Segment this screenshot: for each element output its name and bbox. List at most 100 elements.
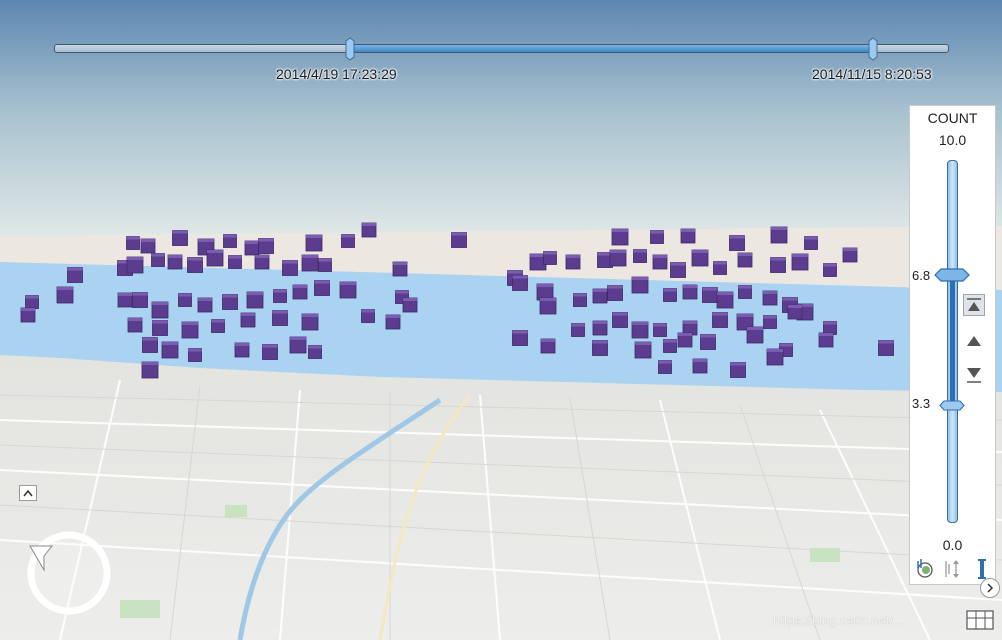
time-start-label: 2014/4/19 17:23:29 xyxy=(276,66,397,82)
event-cube-top xyxy=(362,223,376,226)
event-cube-top xyxy=(127,257,143,260)
park xyxy=(810,548,840,562)
expand-navigator-button[interactable] xyxy=(19,485,37,501)
event-cube-top xyxy=(804,236,818,240)
event-cube-top xyxy=(573,293,587,297)
event-cube-top xyxy=(21,308,35,311)
navigator-compass[interactable] xyxy=(22,526,116,620)
event-cube-top xyxy=(779,343,793,347)
event-cube-top xyxy=(235,343,249,346)
event-cube-top xyxy=(635,342,651,345)
event-cube-top xyxy=(67,267,83,271)
range-slider-panel: COUNT 10.0 6.8 3.3 0.0 xyxy=(909,105,996,585)
event-cube-top xyxy=(566,255,580,258)
event-cube-top xyxy=(182,322,198,325)
event-cube-top xyxy=(152,302,168,305)
event-cube-top xyxy=(712,312,728,316)
step-to-max-button[interactable] xyxy=(963,294,985,316)
event-cube-top xyxy=(747,327,763,330)
event-cube-top xyxy=(592,340,608,344)
event-cube-top xyxy=(245,241,259,244)
event-cube-top xyxy=(663,339,677,343)
event-cube-top xyxy=(717,292,733,295)
range-upper-thumb[interactable] xyxy=(934,268,970,282)
event-cube-top xyxy=(241,313,255,316)
watermark-text: https://blog.csdn.net/... xyxy=(773,613,904,628)
event-cube-top xyxy=(771,227,787,230)
time-slider-range[interactable] xyxy=(350,45,874,52)
attribution-icon[interactable] xyxy=(966,610,994,634)
step-down-button[interactable] xyxy=(963,364,985,386)
time-slider-start-thumb[interactable] xyxy=(345,37,355,61)
range-min-value: 0.0 xyxy=(942,537,963,553)
event-cube-top xyxy=(683,285,697,288)
range-lower-label: 3.3 xyxy=(912,396,931,411)
event-cube-top xyxy=(730,362,746,366)
event-cube-top xyxy=(142,337,158,341)
event-cube-top xyxy=(386,315,400,318)
event-cube-top xyxy=(302,314,318,317)
time-end-label: 2014/11/15 8:20:53 xyxy=(812,66,932,82)
event-cube-top xyxy=(512,330,528,334)
range-lower-thumb[interactable] xyxy=(939,400,965,411)
sky xyxy=(0,0,1002,250)
3d-map-scene[interactable] xyxy=(0,0,1002,640)
event-cube-top xyxy=(290,337,306,340)
event-cube-top xyxy=(792,254,808,257)
triangle-up-icon xyxy=(967,336,981,346)
event-cube-top xyxy=(393,262,407,265)
time-slider-end-thumb[interactable] xyxy=(868,37,878,61)
event-cube-top xyxy=(541,339,555,342)
event-cube-top xyxy=(653,323,667,327)
event-cube-top xyxy=(168,255,182,258)
event-cube-top xyxy=(633,249,647,253)
expand-panel-button[interactable] xyxy=(980,578,1000,598)
range-slider-selection[interactable] xyxy=(950,278,955,405)
event-cube-top xyxy=(632,277,648,280)
event-cube-top xyxy=(683,321,697,324)
event-cube-top xyxy=(395,290,409,294)
event-cube-top xyxy=(198,239,214,242)
event-cube-top xyxy=(302,255,318,258)
event-cube-top xyxy=(403,298,417,301)
event-cube-top xyxy=(272,310,288,314)
step-up-button[interactable] xyxy=(963,330,985,352)
event-cube-top xyxy=(142,362,158,365)
event-cube-top xyxy=(713,261,727,265)
event-cube-top xyxy=(207,250,223,253)
event-cube-top xyxy=(222,294,238,298)
event-cube-top xyxy=(612,229,628,232)
event-cube-top xyxy=(361,309,375,313)
event-cube-top xyxy=(341,234,355,238)
event-cube-top xyxy=(198,298,212,301)
event-cube-top xyxy=(763,315,777,319)
event-cube-top xyxy=(223,234,237,238)
event-cube-top xyxy=(141,239,155,242)
event-cube-top xyxy=(650,230,664,234)
event-cube-top xyxy=(228,255,242,259)
park xyxy=(120,600,160,618)
event-cube-top xyxy=(663,288,677,292)
event-cube-top xyxy=(25,295,39,299)
event-cube-top xyxy=(770,257,786,261)
range-upper-label: 6.8 xyxy=(912,268,931,283)
event-cube-top xyxy=(282,260,298,264)
event-cube-top xyxy=(540,298,556,301)
event-cube-top xyxy=(118,293,132,296)
range-max-value: 10.0 xyxy=(938,132,967,148)
event-cube-top xyxy=(314,280,330,284)
span-lock-icon[interactable] xyxy=(942,558,962,580)
event-cube-top xyxy=(132,292,148,296)
chevron-right-icon xyxy=(987,583,994,593)
event-cube-top xyxy=(767,349,783,352)
event-cube-top xyxy=(593,321,607,324)
event-cube-top xyxy=(737,314,753,317)
histogram-toggle-icon[interactable] xyxy=(914,558,934,580)
single-value-icon[interactable] xyxy=(972,558,992,580)
event-cube-top xyxy=(593,289,607,292)
event-cube-top xyxy=(537,284,553,287)
event-cube-top xyxy=(702,287,718,291)
event-cube-top xyxy=(507,270,523,274)
event-cube-top xyxy=(151,253,165,257)
step-to-min-icon xyxy=(967,368,981,383)
